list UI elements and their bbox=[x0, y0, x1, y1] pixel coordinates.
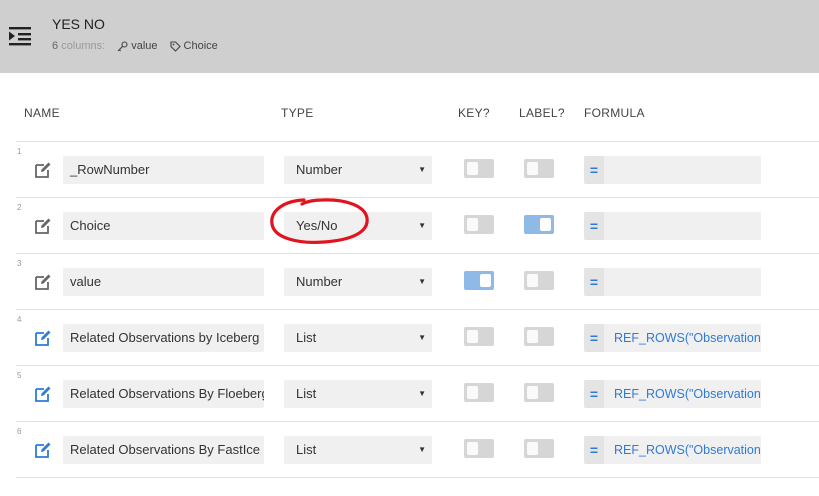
column-type-value: Number bbox=[296, 274, 343, 289]
tag-icon bbox=[169, 40, 181, 52]
formula-field[interactable]: = bbox=[584, 268, 761, 296]
column-type-select[interactable]: Number ▼ bbox=[284, 156, 432, 184]
column-type-value: List bbox=[296, 386, 317, 401]
formula-equals-icon: = bbox=[584, 268, 604, 296]
column-name-field[interactable]: Choice bbox=[63, 212, 264, 240]
formula-field[interactable]: = REF_ROWS("Observation bbox=[584, 380, 761, 408]
column-name-field[interactable]: value bbox=[63, 268, 264, 296]
table-row: 1 _RowNumber Number ▼ = bbox=[0, 141, 819, 197]
edit-column-icon[interactable] bbox=[34, 329, 52, 347]
row-number: 3 bbox=[17, 259, 22, 268]
row-number: 2 bbox=[17, 203, 22, 212]
label-toggle[interactable] bbox=[524, 439, 554, 458]
formula-equals-icon: = bbox=[584, 380, 604, 408]
column-name-field[interactable]: _RowNumber bbox=[63, 156, 264, 184]
column-type-select[interactable]: List ▼ bbox=[284, 324, 432, 352]
row-number: 1 bbox=[17, 147, 22, 156]
column-type-select[interactable]: List ▼ bbox=[284, 436, 432, 464]
dropdown-caret-icon: ▼ bbox=[418, 445, 426, 454]
table-row: 5 Related Observations By Floeberg List ▼ = R… bbox=[0, 365, 819, 421]
column-name-field[interactable]: Related Observations By Floeberg bbox=[63, 380, 264, 408]
label-toggle[interactable] bbox=[524, 159, 554, 178]
label-toggle[interactable] bbox=[524, 383, 554, 402]
column-type-value: List bbox=[296, 442, 317, 457]
formula-field[interactable]: = bbox=[584, 156, 761, 184]
dropdown-caret-icon: ▼ bbox=[418, 221, 426, 230]
column-type-select[interactable]: Number ▼ bbox=[284, 268, 432, 296]
table-title: YES NO bbox=[52, 16, 105, 32]
formula-field[interactable]: = bbox=[584, 212, 761, 240]
formula-text: REF_ROWS("Observation bbox=[614, 331, 761, 345]
edit-column-icon[interactable] bbox=[34, 273, 52, 291]
key-toggle[interactable] bbox=[464, 159, 494, 178]
column-type-select[interactable]: List ▼ bbox=[284, 380, 432, 408]
label-toggle[interactable] bbox=[524, 327, 554, 346]
key-toggle[interactable] bbox=[464, 327, 494, 346]
label-column-tag: Choice bbox=[169, 40, 218, 52]
formula-equals-icon: = bbox=[584, 324, 604, 352]
key-toggle[interactable] bbox=[464, 439, 494, 458]
collapse-menu-icon[interactable] bbox=[9, 25, 31, 47]
column-header-formula: FORMULA bbox=[584, 106, 645, 120]
dropdown-caret-icon: ▼ bbox=[418, 333, 426, 342]
key-toggle[interactable] bbox=[464, 271, 494, 290]
column-name-field[interactable]: Related Observations by Iceberg bbox=[63, 324, 264, 352]
table-row: 4 Related Observations by Iceberg List ▼ = RE… bbox=[0, 309, 819, 365]
edit-column-icon[interactable] bbox=[34, 217, 52, 235]
dropdown-caret-icon: ▼ bbox=[418, 165, 426, 174]
formula-text: REF_ROWS("Observation bbox=[614, 387, 761, 401]
columns-count: 6 columns: bbox=[52, 40, 106, 52]
column-name-field[interactable]: Related Observations By FastIce bbox=[63, 436, 264, 464]
edit-column-icon[interactable] bbox=[34, 441, 52, 459]
column-header-label: LABEL? bbox=[519, 106, 565, 120]
formula-equals-icon: = bbox=[584, 436, 604, 464]
column-header-type: TYPE bbox=[281, 106, 314, 120]
formula-field[interactable]: = REF_ROWS("Observation bbox=[584, 324, 761, 352]
key-icon bbox=[117, 40, 128, 51]
key-column-tag: value bbox=[117, 40, 158, 52]
column-header-key: KEY? bbox=[458, 106, 490, 120]
key-toggle[interactable] bbox=[464, 383, 494, 402]
formula-text: REF_ROWS("Observation bbox=[614, 443, 761, 457]
table-meta: 6 columns: value Choice bbox=[52, 40, 230, 52]
label-toggle[interactable] bbox=[524, 271, 554, 290]
table-row: 6 Related Observations By FastIce List ▼ = RE… bbox=[0, 421, 819, 477]
table-header-bar: YES NO 6 columns: value Choice bbox=[0, 0, 819, 73]
formula-field[interactable]: = REF_ROWS("Observation bbox=[584, 436, 761, 464]
column-type-value: Yes/No bbox=[296, 218, 338, 233]
row-number: 6 bbox=[17, 427, 22, 436]
column-header-name: NAME bbox=[24, 106, 60, 120]
dropdown-caret-icon: ▼ bbox=[418, 277, 426, 286]
divider bbox=[16, 477, 819, 478]
table-row: 2 Choice Yes/No ▼ = bbox=[0, 197, 819, 253]
formula-equals-icon: = bbox=[584, 212, 604, 240]
column-type-select[interactable]: Yes/No ▼ bbox=[284, 212, 432, 240]
row-number: 4 bbox=[17, 315, 22, 324]
row-number: 5 bbox=[17, 371, 22, 380]
dropdown-caret-icon: ▼ bbox=[418, 389, 426, 398]
column-type-value: List bbox=[296, 330, 317, 345]
column-type-value: Number bbox=[296, 162, 343, 177]
formula-equals-icon: = bbox=[584, 156, 604, 184]
label-toggle[interactable] bbox=[524, 215, 554, 234]
table-row: 3 value Number ▼ = bbox=[0, 253, 819, 309]
edit-column-icon[interactable] bbox=[34, 161, 52, 179]
key-toggle[interactable] bbox=[464, 215, 494, 234]
edit-column-icon[interactable] bbox=[34, 385, 52, 403]
